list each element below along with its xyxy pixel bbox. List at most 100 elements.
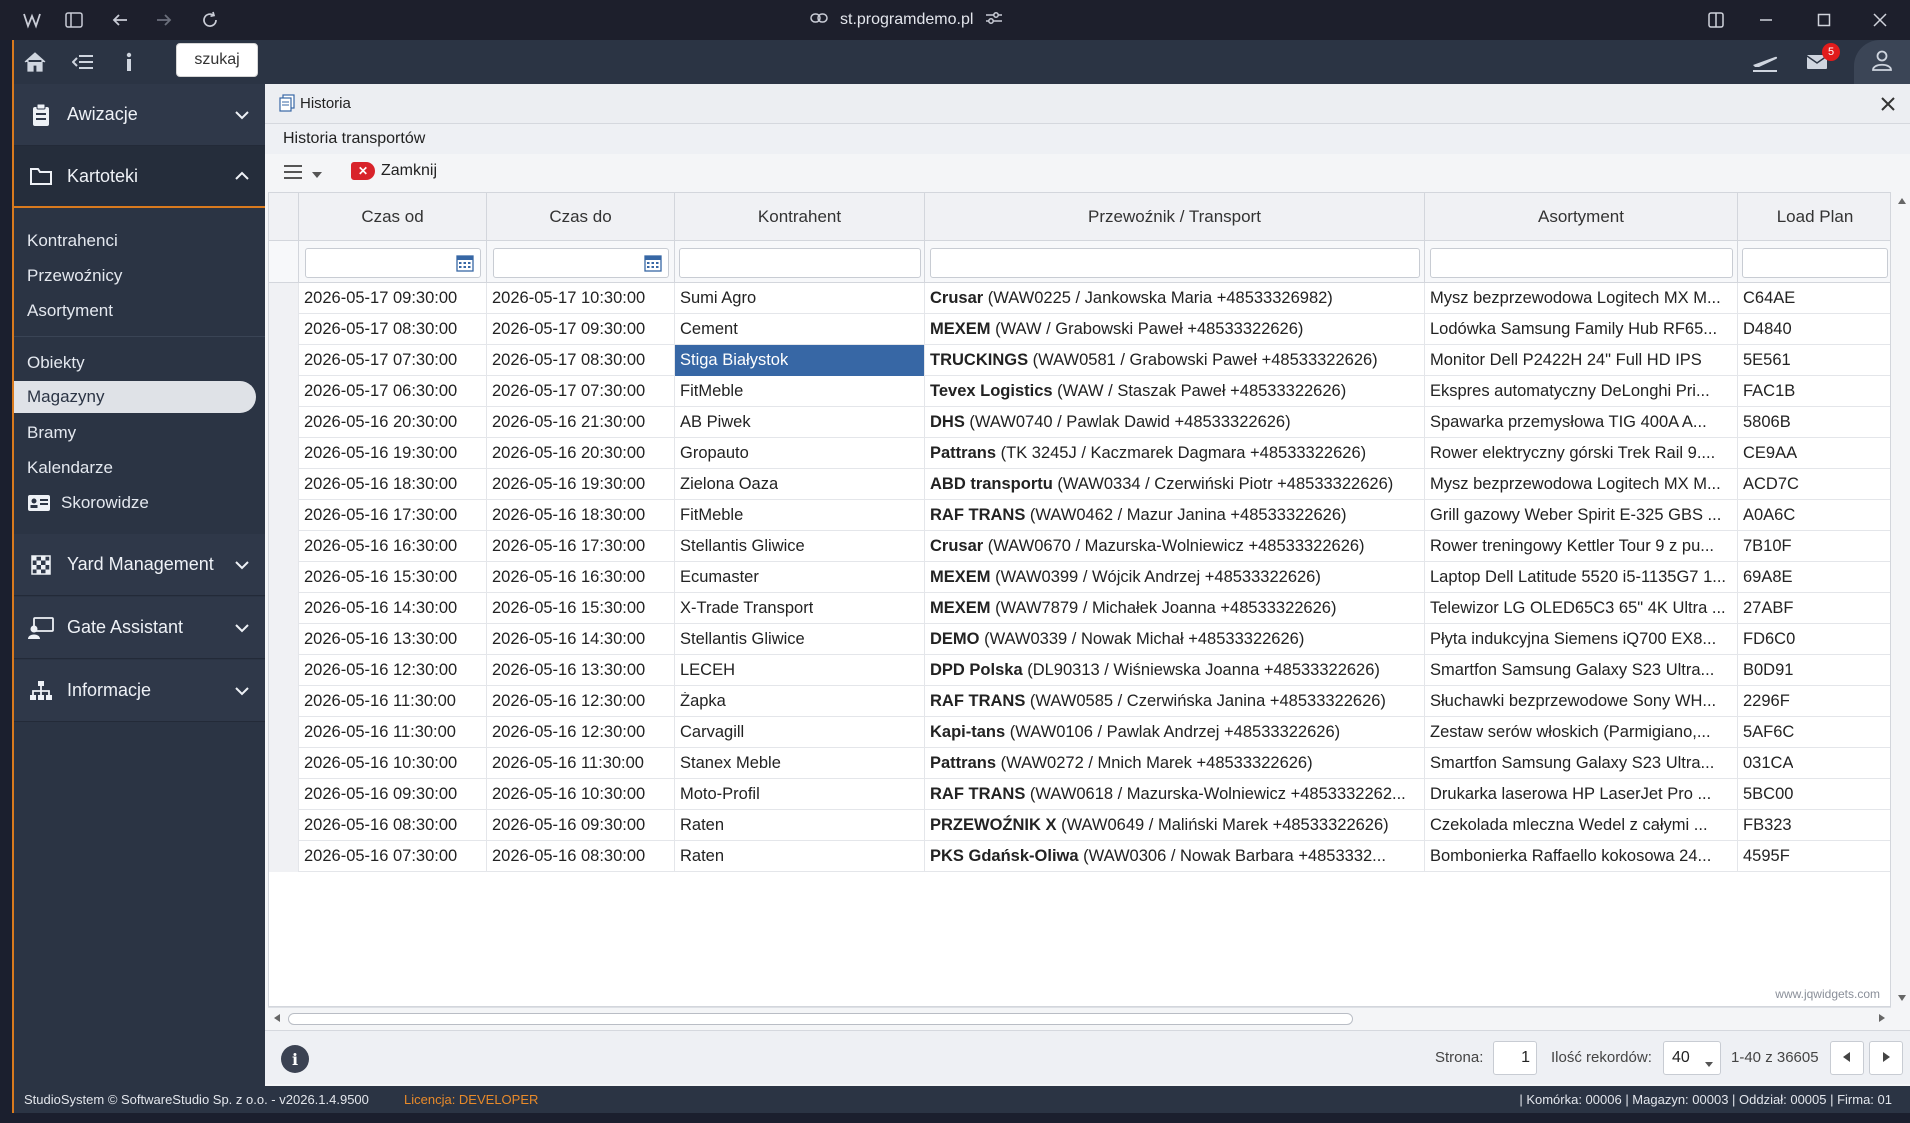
cell-przewoznik[interactable]: MEXEM (WAW0399 / Wójcik Andrzej +4853332… <box>925 562 1425 593</box>
cell-czas-do[interactable]: 2026-05-17 09:30:00 <box>487 314 675 345</box>
cell-asortyment[interactable]: Słuchawki bezprzewodowe Sony WH... <box>1425 686 1738 717</box>
cell-czas-do[interactable]: 2026-05-16 16:30:00 <box>487 562 675 593</box>
sidebar-item-kontrahenci[interactable]: Kontrahenci <box>14 225 256 257</box>
cell-przewoznik[interactable]: DHS (WAW0740 / Pawlak Dawid +48533322626… <box>925 407 1425 438</box>
cell-load-plan[interactable]: CE9AA <box>1738 438 1890 469</box>
calendar-icon[interactable] <box>451 248 479 278</box>
cell-przewoznik[interactable]: ABD transportu (WAW0334 / Czerwiński Pio… <box>925 469 1425 500</box>
cell-asortyment[interactable]: Telewizor LG OLED65C3 65" 4K Ultra ... <box>1425 593 1738 624</box>
table-row[interactable]: 2026-05-17 08:30:00 2026-05-17 09:30:00 Ce… <box>269 314 1890 345</box>
minimize-icon[interactable] <box>1746 6 1786 34</box>
cell-asortyment[interactable]: Drukarka laserowa HP LaserJet Pro ... <box>1425 779 1738 810</box>
cell-czas-do[interactable]: 2026-05-17 10:30:00 <box>487 283 675 314</box>
cell-asortyment[interactable]: Monitor Dell P2422H 24" Full HD IPS <box>1425 345 1738 376</box>
cell-czas-od[interactable]: 2026-05-16 11:30:00 <box>299 686 487 717</box>
cell-czas-do[interactable]: 2026-05-16 12:30:00 <box>487 717 675 748</box>
cell-czas-od[interactable]: 2026-05-17 06:30:00 <box>299 376 487 407</box>
cell-asortyment[interactable]: Rower treningowy Kettler Tour 9 z pu... <box>1425 531 1738 562</box>
calendar-icon[interactable] <box>639 248 667 278</box>
cell-load-plan[interactable]: 5BC00 <box>1738 779 1890 810</box>
next-page-button[interactable] <box>1869 1041 1903 1075</box>
cell-load-plan[interactable]: C64AE <box>1738 283 1890 314</box>
sidebar-toggle-icon[interactable] <box>62 8 86 32</box>
cell-przewoznik[interactable]: DEMO (WAW0339 / Nowak Michał +4853332262… <box>925 624 1425 655</box>
row-header[interactable] <box>269 779 299 810</box>
cell-load-plan[interactable]: 69A8E <box>1738 562 1890 593</box>
table-row[interactable]: 2026-05-16 10:30:00 2026-05-16 11:30:00 St… <box>269 748 1890 779</box>
cell-czas-od[interactable]: 2026-05-16 18:30:00 <box>299 469 487 500</box>
cell-load-plan[interactable]: 4595F <box>1738 841 1890 872</box>
sidebar-group-informacje[interactable]: Informacje <box>14 660 265 722</box>
column-header-czas-od[interactable]: Czas od <box>299 193 487 241</box>
scroll-thumb[interactable] <box>288 1013 1353 1025</box>
sidebar-item-kalendarze[interactable]: Kalendarze <box>14 452 256 484</box>
cell-asortyment[interactable]: Mysz bezprzewodowa Logitech MX M... <box>1425 469 1738 500</box>
cell-czas-do[interactable]: 2026-05-16 12:30:00 <box>487 686 675 717</box>
cell-kontrahent[interactable]: Stiga Białystok <box>675 345 925 376</box>
row-header[interactable] <box>269 562 299 593</box>
cell-asortyment[interactable]: Smartfon Samsung Galaxy S23 Ultra... <box>1425 655 1738 686</box>
cell-kontrahent[interactable]: FitMeble <box>675 500 925 531</box>
cell-asortyment[interactable]: Ekspres automatyczny DeLonghi Pri... <box>1425 376 1738 407</box>
cell-asortyment[interactable]: Spawarka przemysłowa TIG 400A A... <box>1425 407 1738 438</box>
table-row[interactable]: 2026-05-16 19:30:00 2026-05-16 20:30:00 Gr… <box>269 438 1890 469</box>
cell-czas-od[interactable]: 2026-05-17 09:30:00 <box>299 283 487 314</box>
search-button[interactable]: szukaj <box>176 43 258 77</box>
column-header-kontrahent[interactable]: Kontrahent <box>675 193 925 241</box>
sidebar-item-skorowidze[interactable]: Skorowidze <box>14 487 256 519</box>
table-row[interactable]: 2026-05-16 17:30:00 2026-05-16 18:30:00 Fi… <box>269 500 1890 531</box>
sidebar-item-przewoznicy[interactable]: Przewoźnicy <box>14 260 256 292</box>
reload-icon[interactable] <box>198 8 222 32</box>
cell-czas-do[interactable]: 2026-05-16 09:30:00 <box>487 810 675 841</box>
site-settings-icon[interactable] <box>985 11 1003 30</box>
cell-czas-do[interactable]: 2026-05-16 10:30:00 <box>487 779 675 810</box>
row-header[interactable] <box>269 407 299 438</box>
cell-czas-od[interactable]: 2026-05-17 08:30:00 <box>299 314 487 345</box>
column-header-czas-do[interactable]: Czas do <box>487 193 675 241</box>
cell-load-plan[interactable]: B0D91 <box>1738 655 1890 686</box>
cell-load-plan[interactable]: 2296F <box>1738 686 1890 717</box>
cell-czas-do[interactable]: 2026-05-16 19:30:00 <box>487 469 675 500</box>
cell-load-plan[interactable]: 5AF6C <box>1738 717 1890 748</box>
cell-przewoznik[interactable]: Kapi-tans (WAW0106 / Pawlak Andrzej +485… <box>925 717 1425 748</box>
cell-czas-do[interactable]: 2026-05-17 08:30:00 <box>487 345 675 376</box>
cell-asortyment[interactable]: Laptop Dell Latitude 5520 i5-1135G7 1... <box>1425 562 1738 593</box>
sidebar-group-awizacje[interactable]: Awizacje <box>14 84 265 146</box>
column-header-load-plan[interactable]: Load Plan <box>1738 193 1890 241</box>
menu-collapse-icon[interactable] <box>66 47 100 77</box>
row-header[interactable] <box>269 810 299 841</box>
cell-czas-od[interactable]: 2026-05-16 15:30:00 <box>299 562 487 593</box>
horizontal-scrollbar[interactable] <box>268 1007 1891 1027</box>
cell-asortyment[interactable]: Smartfon Samsung Galaxy S23 Ultra... <box>1425 748 1738 779</box>
cell-load-plan[interactable]: 031CA <box>1738 748 1890 779</box>
row-header[interactable] <box>269 376 299 407</box>
vertical-scrollbar[interactable] <box>1894 192 1910 1007</box>
cell-load-plan[interactable]: D4840 <box>1738 314 1890 345</box>
cell-kontrahent[interactable]: Stanex Meble <box>675 748 925 779</box>
sidebar-item-bramy[interactable]: Bramy <box>14 417 256 449</box>
cell-czas-do[interactable]: 2026-05-16 15:30:00 <box>487 593 675 624</box>
cell-przewoznik[interactable]: TRUCKINGS (WAW0581 / Grabowski Paweł +48… <box>925 345 1425 376</box>
cell-kontrahent[interactable]: Stellantis Gliwice <box>675 531 925 562</box>
cell-asortyment[interactable]: Płyta indukcyjna Siemens iQ700 EX8... <box>1425 624 1738 655</box>
row-header[interactable] <box>269 624 299 655</box>
records-select[interactable]: 40 <box>1663 1041 1721 1075</box>
filter-kontrahent-input[interactable] <box>679 248 921 278</box>
cell-kontrahent[interactable]: Gropauto <box>675 438 925 469</box>
grid-menu-button[interactable] <box>283 164 323 185</box>
cell-kontrahent[interactable]: Raten <box>675 810 925 841</box>
cell-czas-od[interactable]: 2026-05-16 07:30:00 <box>299 841 487 872</box>
cell-kontrahent[interactable]: X-Trade Transport <box>675 593 925 624</box>
cell-przewoznik[interactable]: RAF TRANS (WAW0462 / Mazur Janina +48533… <box>925 500 1425 531</box>
cell-load-plan[interactable]: 5E561 <box>1738 345 1890 376</box>
cell-czas-do[interactable]: 2026-05-16 20:30:00 <box>487 438 675 469</box>
table-row[interactable]: 2026-05-16 07:30:00 2026-05-16 08:30:00 Ra… <box>269 841 1890 872</box>
info-button[interactable]: i <box>281 1045 309 1073</box>
close-button[interactable]: ✕ Zamknij <box>351 162 437 180</box>
cell-przewoznik[interactable]: Pattrans (WAW0272 / Mnich Marek +4853332… <box>925 748 1425 779</box>
cell-kontrahent[interactable]: Sumi Agro <box>675 283 925 314</box>
sidebar-group-gate-assistant[interactable]: Gate Assistant <box>14 597 265 659</box>
cell-czas-do[interactable]: 2026-05-16 21:30:00 <box>487 407 675 438</box>
row-header[interactable] <box>269 655 299 686</box>
cell-kontrahent[interactable]: Carvagill <box>675 717 925 748</box>
